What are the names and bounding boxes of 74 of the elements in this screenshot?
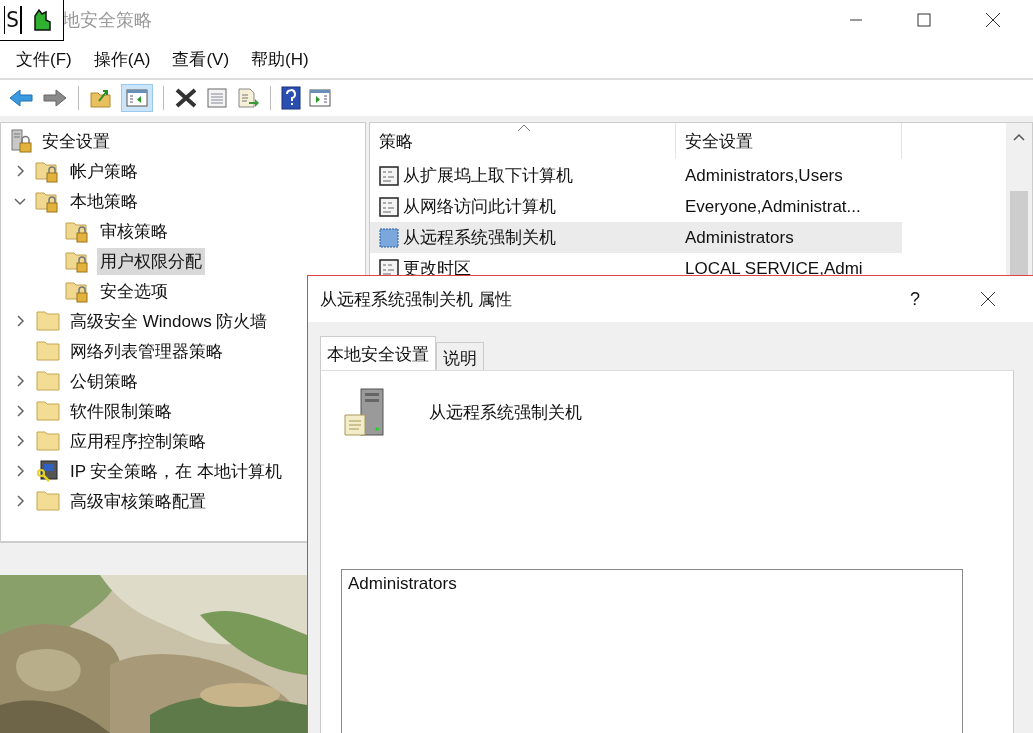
tree-item[interactable]: 软件限制策略 bbox=[67, 397, 175, 425]
delete-icon[interactable] bbox=[174, 87, 198, 109]
computer-key-icon bbox=[35, 459, 61, 483]
policy-row[interactable]: 从扩展坞上取下计算机 Administrators,Users bbox=[370, 160, 902, 191]
expand-chevron-icon[interactable] bbox=[14, 465, 26, 477]
tree-item[interactable]: 高级安全 Windows 防火墙 bbox=[67, 307, 271, 335]
folder-up-icon[interactable] bbox=[89, 87, 113, 109]
menu-item[interactable]: 操作(A) bbox=[85, 47, 159, 71]
dialog-tab[interactable]: 本地安全设置 bbox=[320, 336, 436, 370]
app-icon bbox=[32, 8, 53, 32]
tree-item[interactable]: 应用程序控制策略 bbox=[67, 427, 209, 455]
policy-title: 从远程系统强制关机 bbox=[429, 402, 582, 424]
close-icon[interactable] bbox=[980, 291, 996, 307]
locked-folder-icon bbox=[65, 249, 91, 273]
menu-item[interactable]: 查看(V) bbox=[164, 47, 238, 71]
expand-chevron-icon[interactable] bbox=[14, 165, 26, 177]
policy-icon bbox=[378, 164, 400, 187]
maximize-icon[interactable] bbox=[917, 13, 931, 27]
folder-icon bbox=[35, 489, 61, 513]
policy-name: 从扩展坞上取下计算机 bbox=[403, 165, 573, 187]
column-header[interactable]: 安全设置 bbox=[676, 123, 902, 159]
column-header[interactable]: 策略 bbox=[370, 123, 676, 159]
back-icon[interactable] bbox=[8, 87, 34, 109]
tree-item[interactable]: 安全设置 bbox=[39, 127, 113, 155]
window-title: 地安全策略 bbox=[62, 9, 152, 32]
help-button[interactable]: ? bbox=[904, 288, 926, 310]
member-item[interactable]: Administrators bbox=[348, 574, 956, 594]
folder-icon bbox=[35, 399, 61, 423]
tree-item[interactable]: 高级审核策略配置 bbox=[67, 487, 209, 515]
tree-item[interactable]: 公钥策略 bbox=[67, 367, 141, 395]
tree-item[interactable]: 网络列表管理器策略 bbox=[67, 337, 226, 365]
tree-item[interactable]: 帐户策略 bbox=[67, 157, 141, 185]
folder-icon bbox=[35, 309, 61, 333]
expand-chevron-icon[interactable] bbox=[14, 435, 26, 447]
dialog-title: 从远程系统强制关机 属性 bbox=[320, 288, 512, 311]
policy-icon bbox=[378, 195, 400, 218]
tree-item[interactable]: 审核策略 bbox=[97, 217, 171, 245]
expand-chevron-icon[interactable] bbox=[14, 315, 26, 327]
tree-item[interactable]: 本地策略 bbox=[67, 187, 141, 215]
help-icon[interactable] bbox=[281, 86, 301, 110]
menu-item[interactable]: 文件(F) bbox=[8, 47, 80, 71]
tree-item[interactable]: 安全选项 bbox=[97, 277, 171, 305]
scroll-up-icon[interactable] bbox=[1013, 133, 1025, 141]
folder-icon bbox=[35, 339, 61, 363]
policy-icon bbox=[378, 226, 400, 249]
tree-item[interactable]: 用户权限分配 bbox=[97, 247, 205, 275]
policy-setting: Administrators,Users bbox=[684, 165, 843, 186]
collapse-chevron-icon[interactable] bbox=[14, 195, 26, 207]
policy-setting: Administrators bbox=[684, 227, 794, 248]
policy-name: 从网络访问此计算机 bbox=[403, 196, 556, 218]
s-glyph: S bbox=[4, 6, 23, 34]
policy-name: 从远程系统强制关机 bbox=[403, 227, 556, 249]
forward-icon[interactable] bbox=[42, 87, 68, 109]
locked-folder-icon bbox=[35, 159, 61, 183]
policy-setting: LOCAL SERVICE,Admi bbox=[684, 258, 863, 279]
locked-folder-icon bbox=[35, 189, 61, 213]
dialog-tab[interactable]: 说明 bbox=[436, 342, 484, 370]
close-icon[interactable] bbox=[985, 12, 1001, 28]
policy-row[interactable]: 从网络访问此计算机 Everyone,Administrat... bbox=[370, 191, 902, 222]
menu-item[interactable]: 帮助(H) bbox=[243, 47, 317, 71]
tree-item[interactable]: IP 安全策略，在 本地计算机 bbox=[67, 457, 286, 485]
folder-icon bbox=[35, 429, 61, 453]
locked-folder-icon bbox=[65, 279, 91, 303]
expand-chevron-icon[interactable] bbox=[14, 495, 26, 507]
policy-setting: Everyone,Administrat... bbox=[684, 196, 861, 217]
action-pane-icon[interactable] bbox=[309, 88, 331, 108]
locked-folder-icon bbox=[65, 219, 91, 243]
show-tree-button[interactable] bbox=[121, 84, 153, 112]
security-server-icon bbox=[9, 129, 33, 153]
folder-icon bbox=[35, 369, 61, 393]
export-icon[interactable] bbox=[236, 87, 260, 109]
expand-chevron-icon[interactable] bbox=[14, 375, 26, 387]
expand-chevron-icon[interactable] bbox=[14, 405, 26, 417]
policy-row[interactable]: 从远程系统强制关机 Administrators bbox=[370, 222, 902, 253]
